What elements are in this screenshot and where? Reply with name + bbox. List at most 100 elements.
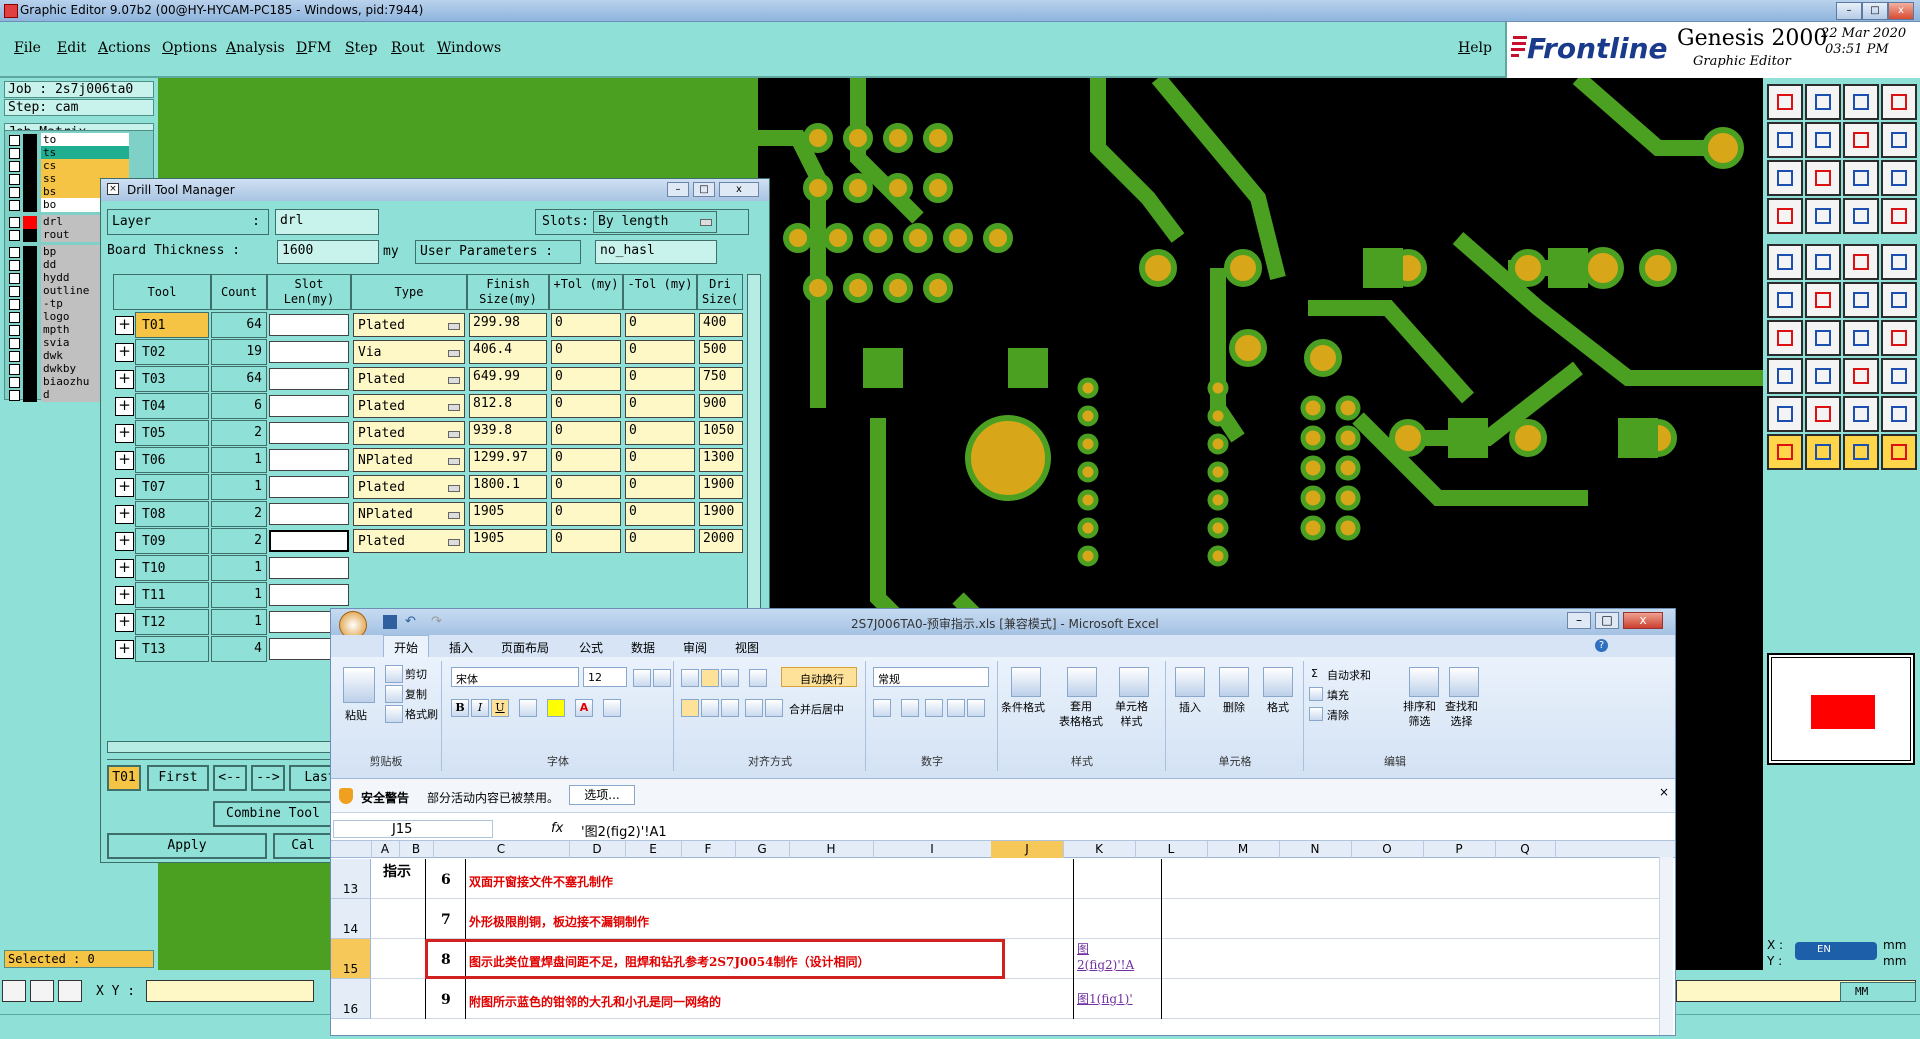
excel-maximize-button[interactable]: □ xyxy=(1595,612,1619,629)
column-header-a[interactable]: A xyxy=(371,841,400,858)
expand-row-icon[interactable]: + xyxy=(115,505,134,524)
layer-checkbox[interactable] xyxy=(9,260,20,271)
drill-size-input[interactable]: 750 xyxy=(699,367,743,391)
shape-icon[interactable] xyxy=(1881,396,1917,432)
expand-row-icon[interactable]: + xyxy=(115,316,134,335)
tool-type-dropdown[interactable]: Plated xyxy=(353,394,465,418)
slot-length-input[interactable] xyxy=(269,368,349,390)
finish-size-input[interactable]: 1800.1 xyxy=(469,475,547,499)
layer-checkbox[interactable] xyxy=(9,161,20,172)
slot-length-input[interactable] xyxy=(269,422,349,444)
cancel-button[interactable]: Cal xyxy=(273,833,333,859)
finish-size-input[interactable]: 1905 xyxy=(469,529,547,553)
menu-help[interactable]: Help xyxy=(1458,40,1492,56)
slot-length-input[interactable] xyxy=(269,476,349,498)
expand-row-icon[interactable]: + xyxy=(115,586,134,605)
tool-type-dropdown[interactable]: Plated xyxy=(353,421,465,445)
prev-button[interactable]: <-- xyxy=(213,765,247,791)
layer-checkbox[interactable] xyxy=(9,247,20,258)
column-header-e[interactable]: E xyxy=(625,841,682,858)
decrease-decimal-icon[interactable] xyxy=(967,699,985,717)
layer-checkbox[interactable] xyxy=(9,364,20,375)
minus-tol-input[interactable]: 0 xyxy=(625,502,695,526)
tool-type-dropdown[interactable]: NPlated xyxy=(353,448,465,472)
plus-tol-input[interactable]: 0 xyxy=(551,421,621,445)
finish-size-input[interactable]: 1299.97 xyxy=(469,448,547,472)
item-number-cell[interactable]: 6 xyxy=(441,872,451,888)
dtm-close-button[interactable]: x xyxy=(719,182,759,197)
format-painter-label[interactable]: 格式刷 xyxy=(405,706,438,722)
find-select-icon[interactable] xyxy=(1449,667,1479,697)
tool-type-dropdown[interactable]: Via xyxy=(353,340,465,364)
help-query-icon[interactable] xyxy=(1881,160,1917,196)
finish-size-input[interactable]: 299.98 xyxy=(469,313,547,337)
comma-icon[interactable] xyxy=(925,699,943,717)
tool-type-dropdown[interactable]: Plated xyxy=(353,475,465,499)
column-header-g[interactable]: G xyxy=(735,841,790,858)
zoom-icon[interactable] xyxy=(1843,122,1879,158)
fill-color-icon[interactable] xyxy=(547,699,565,717)
align-middle-icon[interactable] xyxy=(701,669,719,687)
expand-row-icon[interactable]: + xyxy=(115,451,134,470)
drill-size-input[interactable]: 1900 xyxy=(699,502,743,526)
tab-insert[interactable]: 插入 xyxy=(449,639,473,656)
expand-row-icon[interactable]: + xyxy=(115,343,134,362)
tab-home[interactable]: 开始 xyxy=(383,635,430,657)
merge-center-label[interactable]: 合并后居中 xyxy=(789,701,844,717)
menu-windows[interactable]: Windows xyxy=(437,40,501,56)
currency-icon[interactable] xyxy=(873,699,891,717)
dash-icon[interactable] xyxy=(1805,358,1841,394)
snap-icon[interactable] xyxy=(1767,244,1803,280)
plus-tol-input[interactable]: 0 xyxy=(551,448,621,472)
column-header-i[interactable]: I xyxy=(873,841,992,858)
column-header-f[interactable]: F xyxy=(681,841,736,858)
column-header-h[interactable]: H xyxy=(789,841,874,858)
expand-row-icon[interactable]: + xyxy=(115,397,134,416)
save-icon[interactable] xyxy=(383,615,397,629)
triangle-icon[interactable] xyxy=(1767,396,1803,432)
step-left-icon[interactable] xyxy=(1767,122,1803,158)
box-icon[interactable] xyxy=(1767,358,1803,394)
ruler-icon[interactable] xyxy=(1843,244,1879,280)
layer-checkbox[interactable] xyxy=(9,135,20,146)
redo-icon[interactable]: ↷ xyxy=(431,614,442,629)
pan-icon[interactable] xyxy=(1805,160,1841,196)
plus-tol-input[interactable]: 0 xyxy=(551,529,621,553)
combine-tool-button[interactable]: Combine Tool xyxy=(213,801,333,827)
shrink-font-icon[interactable] xyxy=(653,669,671,687)
user-parameters-input[interactable]: no_hasl xyxy=(595,240,717,264)
select-all-corner[interactable] xyxy=(331,841,372,858)
minus-tol-input[interactable]: 0 xyxy=(625,367,695,391)
column-header-c[interactable]: C xyxy=(433,841,570,858)
clear-icon[interactable] xyxy=(1309,707,1323,721)
italic-icon[interactable]: I xyxy=(471,699,489,717)
menu-options[interactable]: Options xyxy=(162,40,217,56)
excel-close-button[interactable]: x xyxy=(1623,612,1663,629)
finish-size-input[interactable]: 649.99 xyxy=(469,367,547,391)
bold-icon[interactable]: B xyxy=(451,699,469,717)
fill-label[interactable]: 填充 xyxy=(1327,687,1349,703)
tool-button[interactable]: T10 xyxy=(135,555,209,581)
tool-type-dropdown[interactable]: NPlated xyxy=(353,502,465,526)
menu-analysis[interactable]: Analysis xyxy=(226,40,285,56)
menu-rout[interactable]: Rout xyxy=(391,40,425,56)
layer-checkbox[interactable] xyxy=(9,377,20,388)
layer-checkbox[interactable] xyxy=(9,217,20,228)
instruction-text-cell[interactable]: 双面开窗接文件不塞孔制作 xyxy=(469,873,613,890)
route-icon[interactable] xyxy=(1843,198,1879,234)
arc-icon[interactable] xyxy=(1843,396,1879,432)
tool-button[interactable]: T05 xyxy=(135,420,209,446)
layer-checkbox[interactable] xyxy=(9,351,20,362)
net-icon[interactable] xyxy=(1767,282,1803,318)
drill-size-input[interactable]: 400 xyxy=(699,313,743,337)
formula-input[interactable]: '图2(fig2)'!A1 xyxy=(581,821,667,840)
hyperlink-cell[interactable]: 图 2(fig2)'!A xyxy=(1077,941,1134,973)
tool-type-dropdown[interactable]: Plated xyxy=(353,313,465,337)
align-top-icon[interactable] xyxy=(681,669,699,687)
insert-cells-label[interactable]: 插入 xyxy=(1179,699,1201,715)
paste-label[interactable]: 粘贴 xyxy=(345,707,367,723)
row-header[interactable]: 16 xyxy=(331,979,371,1019)
layer-checkbox[interactable] xyxy=(9,390,20,401)
expand-row-icon[interactable]: + xyxy=(115,559,134,578)
conditional-format-icon[interactable] xyxy=(1011,667,1041,697)
